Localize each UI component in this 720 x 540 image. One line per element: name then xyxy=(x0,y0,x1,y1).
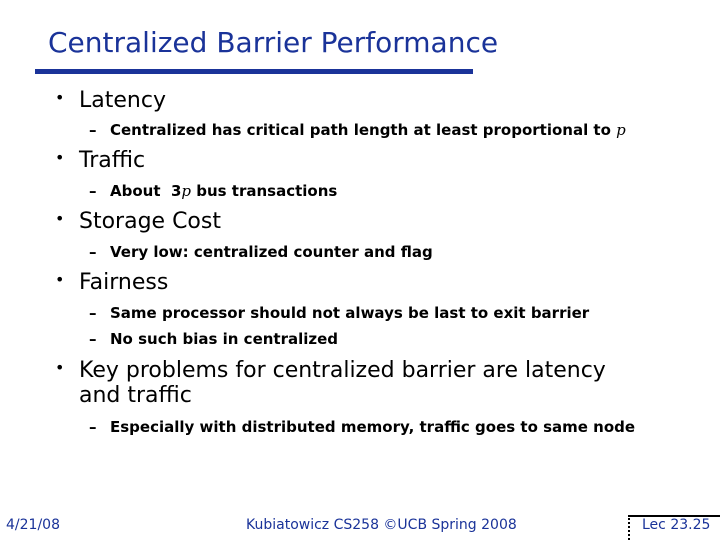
slide-number: Lec 23.25 xyxy=(642,517,711,533)
bullet-text-line1: Key problems for centralized barrier are… xyxy=(79,358,606,383)
sub-text: Centralized has critical path length at … xyxy=(110,121,617,139)
dash-icon: – xyxy=(89,182,97,200)
dash-icon: – xyxy=(89,330,97,348)
bullet-text: Latency xyxy=(79,88,166,113)
footer-course: Kubiatowicz CS258 ©UCB Spring 2008 xyxy=(246,517,517,533)
dash-icon: – xyxy=(89,243,97,261)
slide-title: Centralized Barrier Performance xyxy=(48,26,499,59)
sub-bullet-text: About 3p bus transactions xyxy=(110,182,337,200)
sub-bullet-text: Very low: centralized counter and flag xyxy=(110,243,433,261)
dash-icon: – xyxy=(89,121,97,139)
variable-p: p xyxy=(616,121,626,139)
bullet-text: Storage Cost xyxy=(79,209,221,234)
dash-icon: – xyxy=(89,418,97,436)
footer-date: 4/21/08 xyxy=(6,517,60,533)
title-underline xyxy=(35,69,473,74)
variable-p: p xyxy=(181,182,191,200)
bullet-icon: • xyxy=(55,270,65,289)
bullet-icon: • xyxy=(55,209,65,228)
bullet-text: Traffic xyxy=(79,148,146,173)
sub-bullet-text: No such bias in centralized xyxy=(110,330,339,348)
sub-text: bus transactions xyxy=(191,182,338,200)
bullet-icon: • xyxy=(55,358,65,377)
bullet-icon: • xyxy=(55,88,65,107)
bullet-text-line2: and traffic xyxy=(79,383,192,408)
sub-bullet-text: Especially with distributed memory, traf… xyxy=(110,418,636,436)
sub-text: About 3 xyxy=(110,182,182,200)
bullet-icon: • xyxy=(55,148,65,167)
sub-bullet-text: Same processor should not always be last… xyxy=(110,304,590,322)
bullet-text: Fairness xyxy=(79,270,169,295)
dash-icon: – xyxy=(89,304,97,322)
sub-bullet-text: Centralized has critical path length at … xyxy=(110,121,626,139)
